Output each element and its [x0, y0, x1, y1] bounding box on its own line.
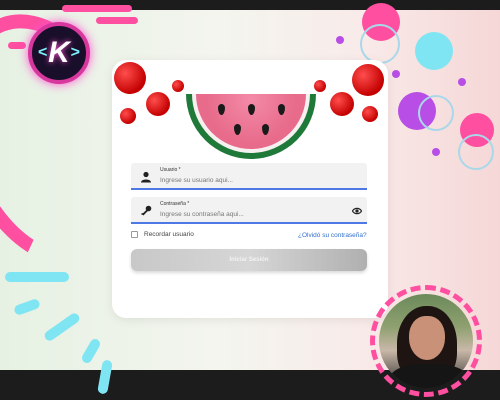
red-berry-decoration	[120, 108, 136, 124]
ring-decoration	[418, 95, 454, 131]
logo-left-chevron: <	[38, 44, 48, 61]
key-icon	[141, 205, 152, 216]
purple-dot-decoration	[336, 36, 344, 44]
user-icon	[141, 171, 151, 183]
red-berry-decoration	[362, 106, 378, 122]
brand-logo: < K >	[28, 22, 90, 84]
cyan-bubble-decoration	[415, 32, 453, 70]
password-field[interactable]: Contraseña *	[131, 197, 367, 224]
login-button[interactable]: Iniciar Sesión	[131, 249, 367, 271]
login-screen: < K > Usuario * Ingrese su usuario aqui.…	[0, 0, 500, 400]
red-berry-decoration	[172, 80, 184, 92]
ring-decoration	[458, 134, 494, 170]
avatar-face	[409, 316, 445, 360]
purple-dot-decoration	[392, 70, 400, 78]
remember-user-checkbox[interactable]	[131, 231, 138, 238]
username-field[interactable]: Usuario *	[131, 163, 367, 190]
pink-dash-decoration	[96, 17, 138, 24]
red-berry-decoration	[314, 80, 326, 92]
red-berry-decoration	[114, 62, 146, 94]
eye-icon[interactable]	[352, 206, 362, 216]
password-input[interactable]	[160, 209, 340, 219]
avatar-photo	[379, 294, 473, 388]
pink-dash-decoration	[8, 42, 26, 49]
red-berry-decoration	[146, 92, 170, 116]
red-berry-decoration	[330, 92, 354, 116]
username-label: Usuario *	[160, 167, 181, 173]
username-input[interactable]	[160, 175, 340, 185]
cyan-dash-decoration	[5, 272, 69, 282]
purple-dot-decoration	[458, 78, 466, 86]
password-label: Contraseña *	[160, 201, 190, 207]
purple-dot-decoration	[432, 148, 440, 156]
logo-letter: K	[48, 36, 70, 69]
remember-user-label: Recordar usuario	[144, 231, 194, 238]
remember-user-option[interactable]: Recordar usuario	[131, 231, 194, 238]
watermelon-flesh	[196, 94, 306, 149]
avatar-shirt	[389, 364, 469, 388]
pink-dash-decoration	[62, 5, 132, 12]
red-berry-decoration	[352, 64, 384, 96]
forgot-password-link[interactable]: ¿Olvidó su contraseña?	[298, 232, 367, 239]
logo-right-chevron: >	[70, 44, 80, 61]
ring-decoration	[360, 24, 400, 64]
avatar	[370, 285, 482, 397]
